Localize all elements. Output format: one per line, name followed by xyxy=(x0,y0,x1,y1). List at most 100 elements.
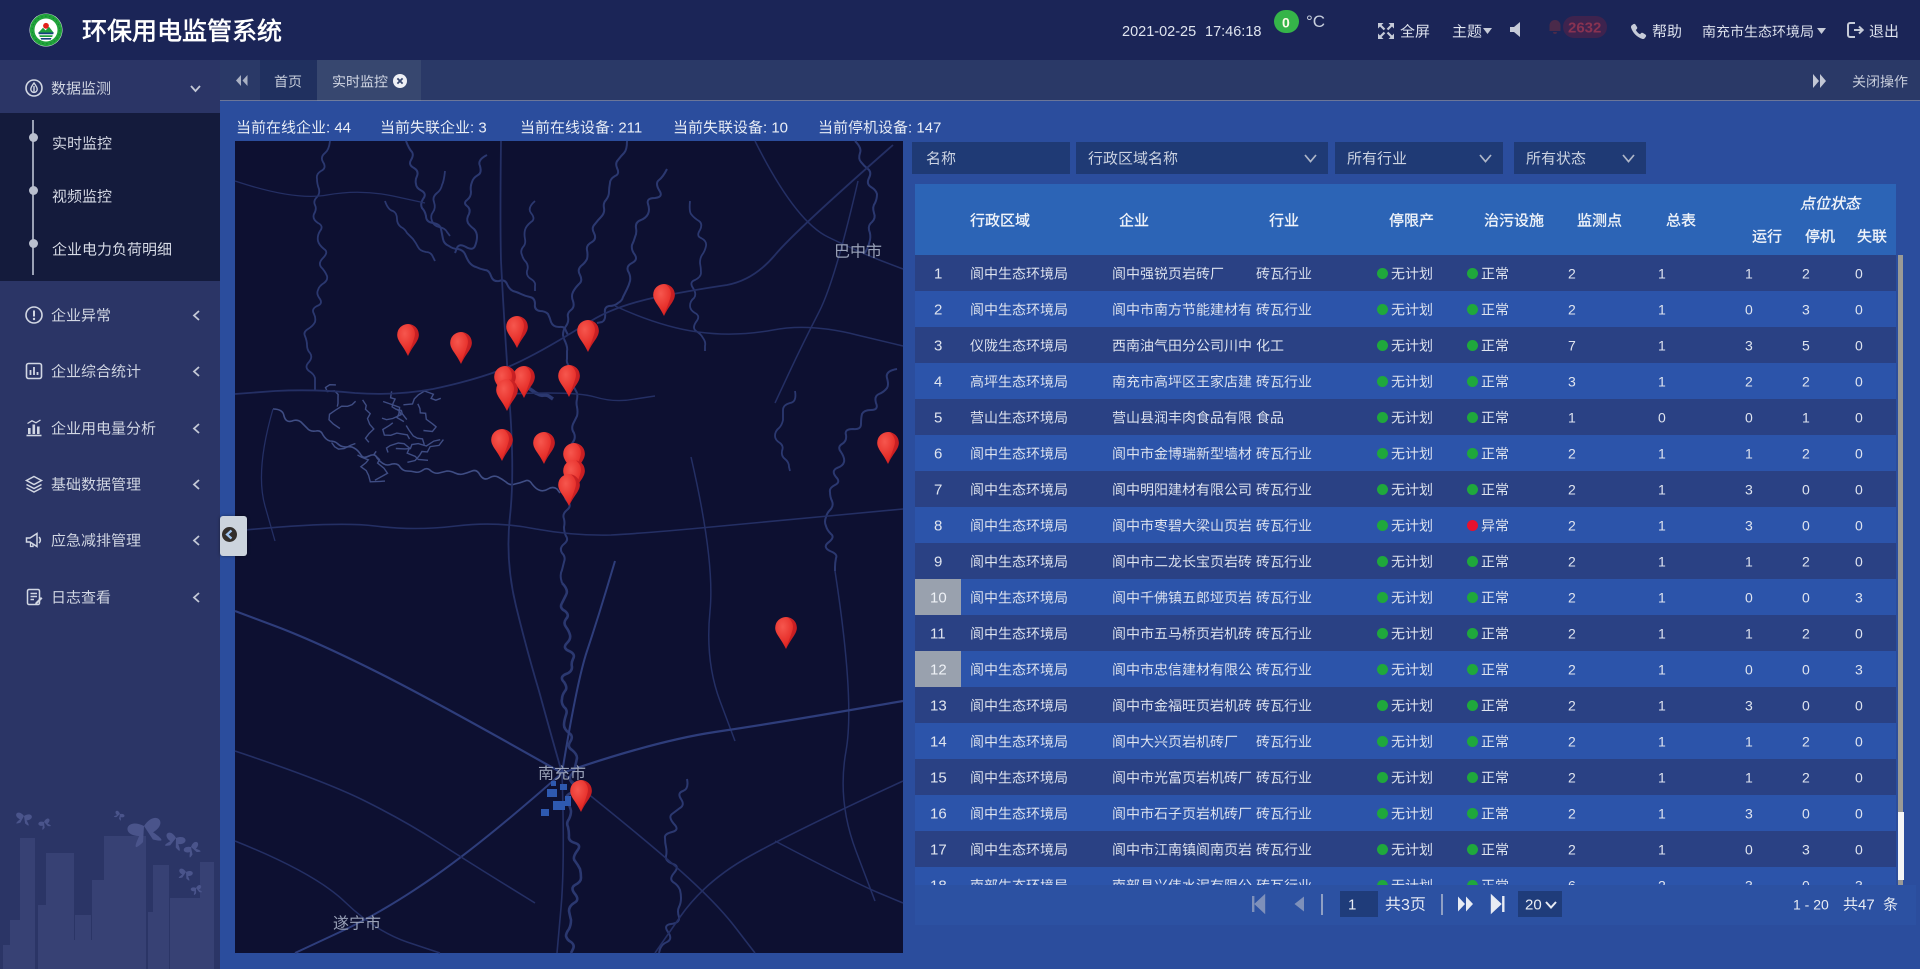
svg-text:2: 2 xyxy=(1802,625,1810,641)
svg-text:2: 2 xyxy=(1568,697,1576,713)
svg-text:1: 1 xyxy=(1658,733,1666,749)
svg-text:3: 3 xyxy=(1802,841,1810,857)
svg-text:18: 18 xyxy=(930,877,947,885)
svg-text:: 44: : 44 xyxy=(326,119,351,136)
svg-text:2: 2 xyxy=(1568,589,1576,605)
svg-text:0: 0 xyxy=(1855,445,1863,461)
svg-text:3: 3 xyxy=(1745,481,1753,497)
svg-text:5: 5 xyxy=(1802,337,1810,353)
svg-text:1: 1 xyxy=(1658,769,1666,785)
svg-text:2: 2 xyxy=(1802,733,1810,749)
svg-text:3: 3 xyxy=(1745,697,1753,713)
svg-text:3: 3 xyxy=(1745,337,1753,353)
svg-text:10: 10 xyxy=(930,589,947,606)
svg-text:1: 1 xyxy=(1658,481,1666,497)
svg-text:3: 3 xyxy=(1855,661,1863,677)
svg-text:7: 7 xyxy=(1568,337,1576,353)
svg-text:0: 0 xyxy=(1855,625,1863,641)
svg-text:2: 2 xyxy=(1568,265,1576,281)
svg-text:0: 0 xyxy=(1855,769,1863,785)
svg-text:1: 1 xyxy=(1658,841,1666,857)
svg-text:0: 0 xyxy=(1855,841,1863,857)
svg-text:5: 5 xyxy=(934,409,942,426)
svg-text:0: 0 xyxy=(1745,409,1753,425)
svg-text:3: 3 xyxy=(1802,301,1810,317)
svg-text:2: 2 xyxy=(1568,553,1576,569)
svg-text:3: 3 xyxy=(1745,805,1753,821)
svg-text:6: 6 xyxy=(1568,877,1576,885)
svg-text:1: 1 xyxy=(1658,589,1666,605)
svg-text:0: 0 xyxy=(1855,481,1863,497)
svg-text:17:46:18: 17:46:18 xyxy=(1205,24,1261,40)
svg-text:2: 2 xyxy=(1568,769,1576,785)
svg-text:3: 3 xyxy=(1401,897,1410,914)
svg-text:1: 1 xyxy=(1658,553,1666,569)
svg-text:3: 3 xyxy=(1568,373,1576,389)
svg-text:2: 2 xyxy=(1568,301,1576,317)
svg-text:3: 3 xyxy=(1855,589,1863,605)
svg-text:1: 1 xyxy=(934,265,942,282)
svg-text:0: 0 xyxy=(1855,517,1863,533)
svg-text:1: 1 xyxy=(1658,697,1666,713)
svg-text:0: 0 xyxy=(1745,589,1753,605)
svg-text:2: 2 xyxy=(1568,445,1576,461)
svg-text:0: 0 xyxy=(1745,841,1753,857)
svg-text:0: 0 xyxy=(1855,373,1863,389)
svg-text:1: 1 xyxy=(1658,625,1666,641)
svg-text:1: 1 xyxy=(1745,265,1753,281)
svg-text:2: 2 xyxy=(1745,373,1753,389)
svg-text:1: 1 xyxy=(1658,445,1666,461)
svg-text:: 211: : 211 xyxy=(610,119,642,136)
svg-text:: 147: : 147 xyxy=(908,119,941,136)
svg-text:17: 17 xyxy=(930,841,947,858)
svg-text:1: 1 xyxy=(1802,409,1810,425)
svg-text:14: 14 xyxy=(930,733,947,750)
svg-text:1: 1 xyxy=(1745,769,1753,785)
svg-text:0: 0 xyxy=(1802,481,1810,497)
svg-text:3: 3 xyxy=(1855,877,1863,885)
svg-text:2: 2 xyxy=(1568,805,1576,821)
svg-text:9: 9 xyxy=(934,553,942,570)
svg-text:2: 2 xyxy=(1568,481,1576,497)
svg-text:0: 0 xyxy=(1855,805,1863,821)
svg-text:3: 3 xyxy=(1745,517,1753,533)
svg-text:0: 0 xyxy=(1802,517,1810,533)
svg-text:1: 1 xyxy=(1745,445,1753,461)
svg-text:4: 4 xyxy=(934,373,942,390)
svg-text:: 10: : 10 xyxy=(763,119,788,136)
svg-text:2: 2 xyxy=(1568,625,1576,641)
svg-text:0: 0 xyxy=(1658,409,1666,425)
svg-text:0: 0 xyxy=(1745,661,1753,677)
svg-text:°C: °C xyxy=(1306,12,1325,31)
svg-text:: 3: : 3 xyxy=(470,119,487,136)
svg-text:0: 0 xyxy=(1802,589,1810,605)
svg-text:0: 0 xyxy=(1855,265,1863,281)
svg-text:8: 8 xyxy=(934,517,942,534)
svg-text:1: 1 xyxy=(1745,553,1753,569)
svg-text:0: 0 xyxy=(1802,697,1810,713)
svg-text:13: 13 xyxy=(930,697,947,714)
svg-text:1: 1 xyxy=(1348,896,1356,913)
svg-text:0: 0 xyxy=(1855,553,1863,569)
svg-text:1: 1 xyxy=(1658,301,1666,317)
svg-text:0: 0 xyxy=(1802,805,1810,821)
svg-text:0: 0 xyxy=(1855,409,1863,425)
svg-text:0: 0 xyxy=(1802,877,1810,885)
svg-text:2: 2 xyxy=(1658,877,1666,885)
svg-text:2: 2 xyxy=(1802,265,1810,281)
svg-text:2: 2 xyxy=(934,301,942,318)
svg-text:0: 0 xyxy=(1745,301,1753,317)
svg-text:16: 16 xyxy=(930,805,947,822)
svg-text:2021-02-25: 2021-02-25 xyxy=(1122,24,1196,40)
svg-text:1: 1 xyxy=(1658,337,1666,353)
svg-text:1: 1 xyxy=(1568,409,1576,425)
svg-text:2: 2 xyxy=(1802,373,1810,389)
svg-text:47: 47 xyxy=(1858,896,1875,913)
svg-text:0: 0 xyxy=(1855,733,1863,749)
svg-text:1: 1 xyxy=(1658,265,1666,281)
svg-text:0: 0 xyxy=(1855,337,1863,353)
svg-text:1: 1 xyxy=(1745,625,1753,641)
svg-text:2: 2 xyxy=(1568,733,1576,749)
svg-text:2: 2 xyxy=(1802,445,1810,461)
svg-text:2: 2 xyxy=(1568,517,1576,533)
